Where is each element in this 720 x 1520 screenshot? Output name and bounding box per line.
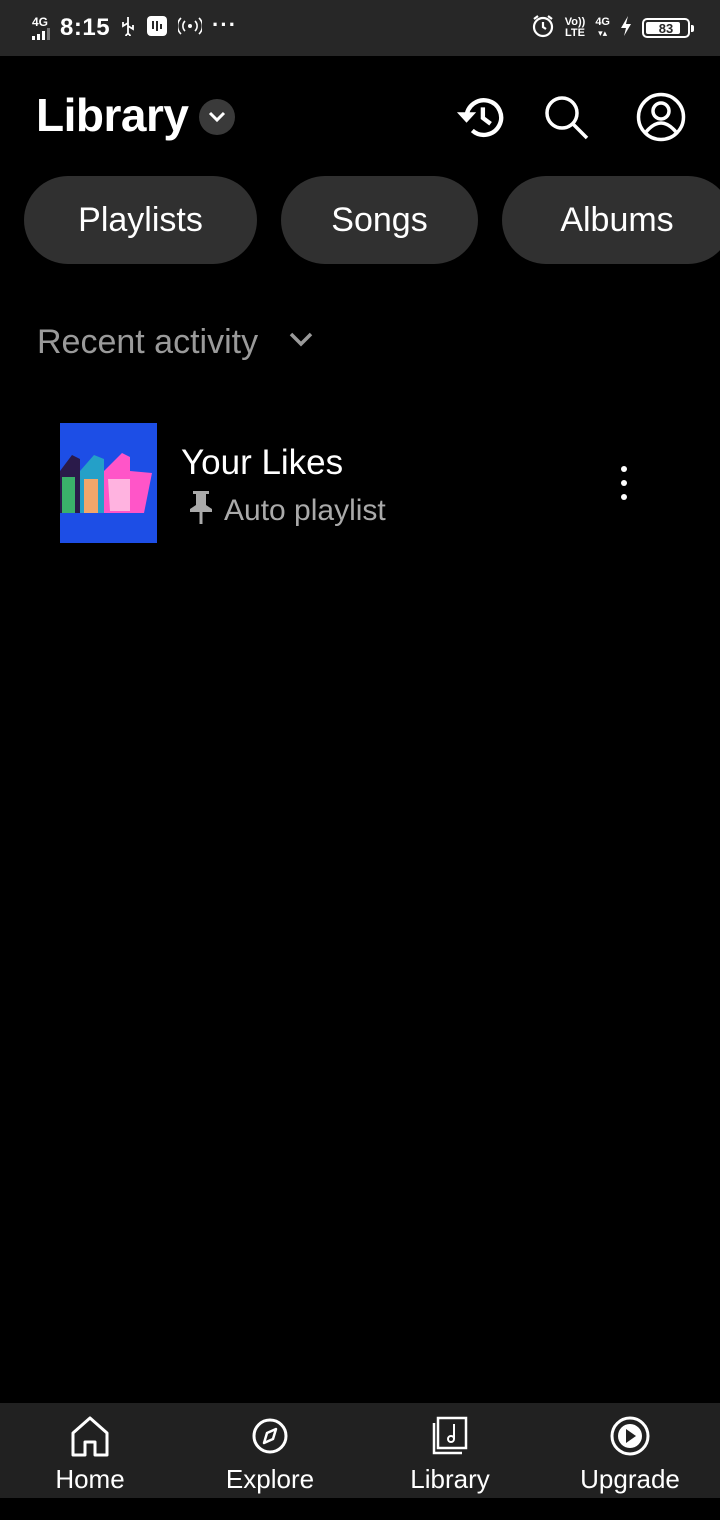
volte-indicator: Vo)) LTE: [565, 17, 586, 39]
nav-home[interactable]: Home: [0, 1403, 180, 1498]
chevron-down-icon: [288, 331, 314, 354]
volte-bottom: LTE: [565, 27, 585, 39]
status-right: Vo)) LTE 4G ▾▴ 83: [531, 14, 694, 43]
playlist-thumbnail: [60, 423, 157, 543]
home-icon: [70, 1415, 110, 1462]
network2-indicator: 4G ▾▴: [595, 16, 610, 39]
more-options-icon[interactable]: [608, 459, 640, 507]
status-left: 4G 8:15 ···: [32, 12, 238, 42]
status-bar: 4G 8:15 ··· Vo)) LTE 4G ▾▴ 83: [0, 0, 720, 56]
nav-upgrade-label: Upgrade: [580, 1464, 680, 1494]
signal-indicator: 4G: [32, 16, 50, 40]
account-icon[interactable]: [636, 92, 686, 142]
nav-explore-label: Explore: [225, 1464, 315, 1494]
search-icon[interactable]: [541, 92, 591, 142]
chevron-down-icon[interactable]: [199, 99, 235, 135]
clock: 8:15: [60, 14, 111, 41]
nav-library-label: Library: [410, 1464, 490, 1494]
page-title[interactable]: Library: [36, 88, 189, 142]
item-subtitle: Auto playlist: [186, 489, 386, 533]
hotspot-icon: [176, 16, 204, 40]
nav-upgrade[interactable]: Upgrade: [540, 1403, 720, 1498]
library-icon: [430, 1415, 470, 1462]
network-type: 4G: [32, 15, 49, 29]
sort-label: Recent activity: [37, 322, 259, 361]
list-item[interactable]: Your Likes Auto playlist: [60, 423, 660, 543]
chip-playlists[interactable]: Playlists: [24, 176, 257, 264]
network2-type: 4G: [595, 16, 610, 28]
charging-icon: [620, 15, 632, 42]
sort-dropdown[interactable]: Recent activity: [37, 320, 314, 364]
filter-chips: Playlists Songs Albums: [24, 176, 720, 264]
nav-library[interactable]: Library: [360, 1403, 540, 1498]
more-dots-icon: ···: [212, 12, 238, 37]
app-header: Library: [0, 80, 720, 152]
play-circle-icon: [609, 1415, 651, 1462]
nav-home-label: Home: [55, 1464, 125, 1494]
battery-icon: 83: [642, 18, 694, 38]
system-nav-area: [0, 1498, 720, 1520]
alarm-icon: [531, 14, 555, 43]
item-subtitle-text: Auto playlist: [224, 494, 386, 527]
screenshot-icon: [146, 15, 168, 42]
chip-songs[interactable]: Songs: [281, 176, 478, 264]
item-title: Your Likes: [181, 443, 344, 482]
history-icon[interactable]: [455, 92, 505, 142]
chip-albums[interactable]: Albums: [502, 176, 720, 264]
usb-icon: [120, 16, 136, 41]
signal-bars-icon: [32, 28, 50, 40]
battery-level: 83: [658, 20, 674, 36]
bottom-navigation: Home Explore Library Upgrade: [0, 1403, 720, 1498]
nav-explore[interactable]: Explore: [180, 1403, 360, 1498]
pin-icon: [186, 489, 216, 533]
compass-icon: [250, 1415, 290, 1462]
